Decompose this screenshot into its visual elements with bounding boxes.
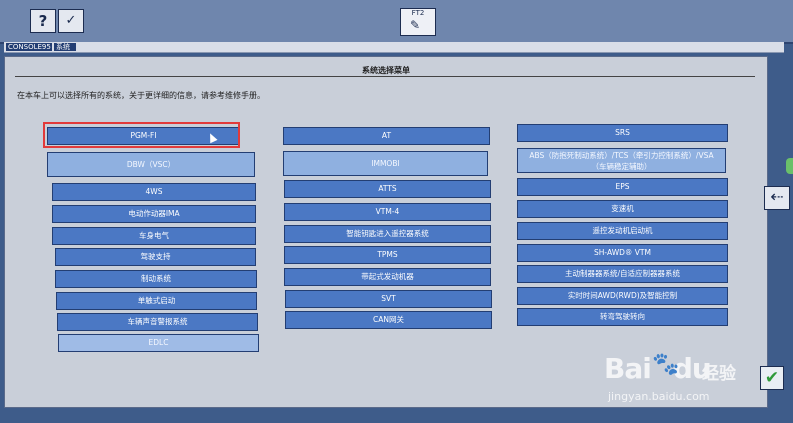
center-label: FT2 xyxy=(411,9,425,17)
checkmark-icon[interactable]: ✔ xyxy=(760,366,784,390)
tool-glyph-icon: ✎ xyxy=(410,18,421,32)
top-toolbar: ? ✓ FT2 ✎ xyxy=(0,0,793,44)
system-button[interactable]: 电动作动器IMA xyxy=(52,205,256,223)
check-icon-button[interactable]: ✓ xyxy=(58,9,84,33)
system-button[interactable]: 实时时间AWD(RWD)及智能控制 xyxy=(517,287,728,305)
title-divider xyxy=(15,76,755,77)
system-button[interactable]: SH-AWD® VTM xyxy=(517,244,728,262)
side-tab-indicator xyxy=(786,158,793,174)
system-button[interactable]: VTM-4 xyxy=(284,203,491,221)
system-button[interactable]: SRS xyxy=(517,124,728,142)
paw-icon: 🐾 xyxy=(652,352,680,377)
system-button[interactable]: 车辆声音警报系统 xyxy=(57,313,258,331)
system-button[interactable]: 单触式启动 xyxy=(56,292,257,310)
panel-title: 系统选择菜单 xyxy=(362,66,410,75)
system-button[interactable]: SVT xyxy=(285,290,492,308)
system-button[interactable]: EDLC xyxy=(58,334,259,352)
help-button[interactable]: ? xyxy=(30,9,56,33)
watermark-url: jingyan.baidu.com xyxy=(608,390,710,403)
scan-tool-icon[interactable]: FT2 ✎ xyxy=(400,8,436,36)
system-button[interactable]: 车身电气 xyxy=(52,227,256,245)
system-button[interactable]: 变速机 xyxy=(517,200,728,218)
system-button[interactable]: ATTS xyxy=(284,180,491,198)
breadcrumb-item[interactable]: CONSOLE95 xyxy=(6,43,52,51)
system-button[interactable]: 制动系统 xyxy=(55,270,257,288)
system-button[interactable]: 主动制器器系统/自适应制器器系统 xyxy=(517,265,728,283)
watermark-cn-text: 经验 xyxy=(702,364,736,384)
system-button[interactable]: 带起式发动机器 xyxy=(284,268,491,286)
system-button[interactable]: EPS xyxy=(517,178,728,196)
breadcrumb: CONSOLE95 系统 xyxy=(4,42,784,53)
system-button[interactable]: AT xyxy=(283,127,490,145)
system-button[interactable]: ABS（防抱死制动系统）/TCS（牵引力控制系统）/VSA（车辆稳定辅助） xyxy=(517,148,726,173)
system-button[interactable]: CAN网关 xyxy=(285,311,492,329)
system-button[interactable]: DBW（VSC） xyxy=(47,152,255,177)
instruction-text: 在本车上可以选择所有的系统，关于更详细的信息，请参考维修手册。 xyxy=(17,91,265,100)
system-button[interactable]: 智能钥匙进入遥控器系统 xyxy=(284,225,491,243)
arrow-left-icon[interactable]: ⇠ xyxy=(764,186,790,210)
system-button[interactable]: 驾驶支持 xyxy=(55,248,256,266)
system-button[interactable]: IMMOBI xyxy=(283,151,488,176)
system-button[interactable]: 遥控发动机启动机 xyxy=(517,222,728,240)
system-button[interactable]: 转弯驾驶转向 xyxy=(517,308,728,326)
baidu-watermark: Bai du 🐾 经验 jingyan.baidu.com xyxy=(604,352,754,407)
system-button[interactable]: TPMS xyxy=(284,246,491,264)
breadcrumb-item[interactable]: 系统 xyxy=(54,43,76,51)
system-button[interactable]: 4WS xyxy=(52,183,256,201)
